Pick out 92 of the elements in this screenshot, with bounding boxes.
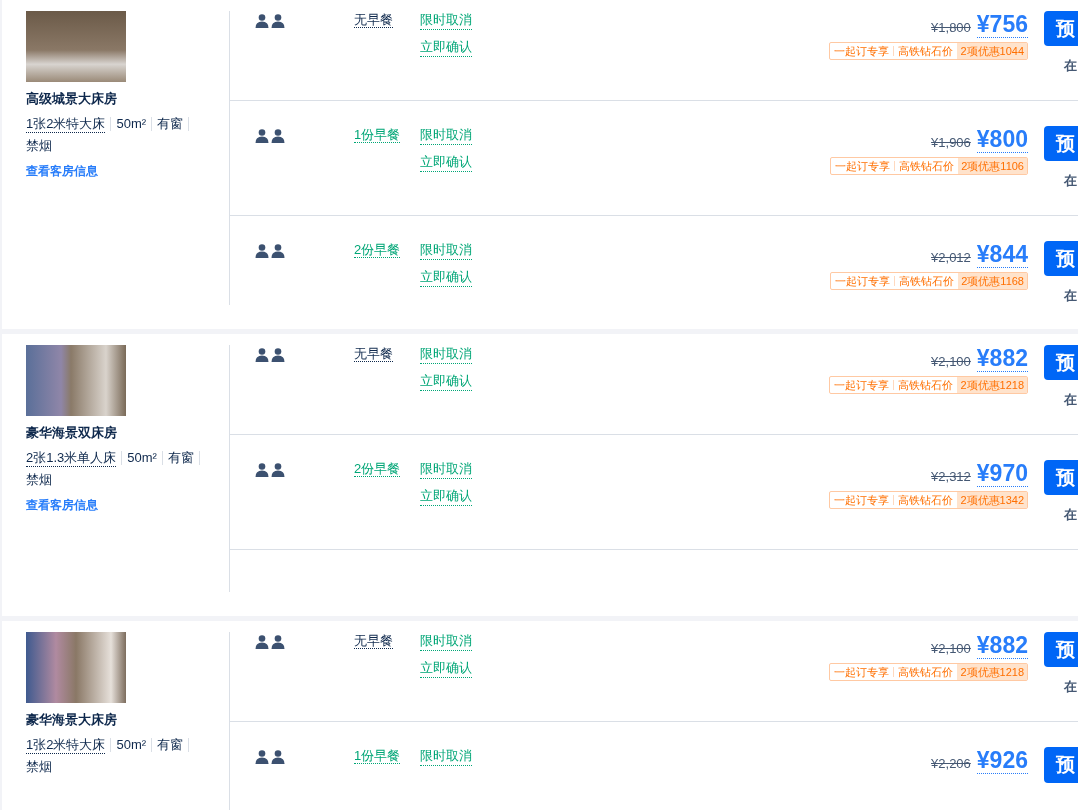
note-text: 在 xyxy=(1064,287,1078,305)
policy-label[interactable]: 限时取消 xyxy=(420,747,472,766)
room-feature: 禁烟 xyxy=(26,137,52,155)
promo-tag: 高铁钻石价 xyxy=(895,158,959,174)
original-price: ¥2,100 xyxy=(931,354,971,369)
room-name: 高级城景大床房 xyxy=(26,90,118,108)
note-text: 在 xyxy=(1064,506,1078,524)
discount-tag: 2项优惠1044 xyxy=(957,43,1027,59)
meal-plan[interactable]: 无早餐 xyxy=(354,346,393,362)
room-info-link[interactable]: 查看客房信息 xyxy=(26,163,98,180)
room-feature: 有窗 xyxy=(157,115,184,133)
original-price: ¥2,312 xyxy=(931,469,971,484)
original-price: ¥2,206 xyxy=(931,756,971,771)
guests-icon xyxy=(255,129,285,143)
bed-info[interactable]: 2张1.3米单人床 xyxy=(26,449,117,467)
room-name: 豪华海景双床房 xyxy=(26,424,118,442)
guests-icon xyxy=(255,463,285,477)
policy-label[interactable]: 立即确认 xyxy=(420,659,472,678)
book-button[interactable]: 预 xyxy=(1044,345,1078,380)
meal-plan[interactable]: 无早餐 xyxy=(354,12,393,28)
price[interactable]: ¥882 xyxy=(976,345,1028,372)
discount-tag: 2项优惠1106 xyxy=(958,158,1027,174)
discount-tag: 2项优惠1342 xyxy=(957,492,1027,508)
promo-tag: 一起订专享 xyxy=(830,492,894,508)
room-feature: 有窗 xyxy=(167,449,194,467)
room-feature: 有窗 xyxy=(157,736,184,754)
room-feature: 禁烟 xyxy=(26,471,52,489)
bed-info[interactable]: 1张2米特大床 xyxy=(26,115,106,133)
policy-label[interactable]: 立即确认 xyxy=(420,268,472,287)
guests-icon xyxy=(255,14,285,28)
promo-tag: 一起订专享 xyxy=(830,377,894,393)
policy-label[interactable]: 限时取消 xyxy=(420,345,472,364)
guests-icon xyxy=(255,348,285,362)
meal-plan[interactable]: 无早餐 xyxy=(354,633,393,649)
price[interactable]: ¥882 xyxy=(976,632,1028,659)
policy-label[interactable]: 限时取消 xyxy=(420,126,472,145)
policy-label[interactable]: 限时取消 xyxy=(420,241,472,260)
policy-label[interactable]: 立即确认 xyxy=(420,153,472,172)
original-price: ¥1,906 xyxy=(931,135,971,150)
promo-tag: 一起订专享 xyxy=(831,158,895,174)
policy-label[interactable]: 限时取消 xyxy=(420,632,472,651)
note-text: 在 xyxy=(1064,678,1078,696)
price[interactable]: ¥926 xyxy=(976,747,1028,774)
discount-tag: 2项优惠1168 xyxy=(958,273,1027,289)
room-feature: 50m² xyxy=(116,736,147,754)
promo-tag: 高铁钻石价 xyxy=(894,377,958,393)
price[interactable]: ¥844 xyxy=(976,241,1028,268)
photo-placeholder[interactable] xyxy=(26,345,126,416)
promo-tag: 一起订专享 xyxy=(830,664,894,680)
price[interactable]: ¥800 xyxy=(976,126,1028,153)
room-name: 豪华海景大床房 xyxy=(26,711,118,729)
room-feature: 50m² xyxy=(127,449,157,467)
guests-icon xyxy=(255,635,285,649)
room-feature: 禁烟 xyxy=(26,758,52,776)
policy-label[interactable]: 限时取消 xyxy=(420,460,472,479)
note-text: 在 xyxy=(1064,172,1078,190)
photo-placeholder[interactable] xyxy=(26,632,126,703)
meal-plan[interactable]: 2份早餐 xyxy=(354,242,401,258)
price[interactable]: ¥970 xyxy=(976,460,1028,487)
room-info-link[interactable]: 查看客房信息 xyxy=(26,497,98,514)
book-button[interactable]: 预 xyxy=(1044,126,1078,161)
original-price: ¥1,800 xyxy=(931,20,971,35)
book-button[interactable]: 预 xyxy=(1044,241,1078,276)
discount-tag: 2项优惠1218 xyxy=(957,377,1027,393)
promo-tag: 一起订专享 xyxy=(830,43,894,59)
original-price: ¥2,012 xyxy=(931,250,971,265)
policy-label[interactable]: 立即确认 xyxy=(420,38,472,57)
promo-tag: 一起订专享 xyxy=(831,273,895,289)
policy-label[interactable]: 立即确认 xyxy=(420,487,472,506)
photo-placeholder[interactable] xyxy=(26,11,126,82)
guests-icon xyxy=(255,244,285,258)
book-button[interactable]: 预 xyxy=(1044,747,1078,783)
discount-tag: 2项优惠1218 xyxy=(957,664,1027,680)
promo-tag: 高铁钻石价 xyxy=(895,273,959,289)
room-feature: 50m² xyxy=(116,115,147,133)
book-button[interactable]: 预 xyxy=(1044,11,1078,46)
promo-tag: 高铁钻石价 xyxy=(894,43,958,59)
book-button[interactable]: 预 xyxy=(1044,460,1078,495)
policy-label[interactable]: 立即确认 xyxy=(420,372,472,391)
meal-plan[interactable]: 1份早餐 xyxy=(354,748,401,764)
guests-icon xyxy=(255,750,285,764)
original-price: ¥2,100 xyxy=(931,641,971,656)
promo-tag: 高铁钻石价 xyxy=(894,492,958,508)
note-text: 在 xyxy=(1064,57,1078,75)
meal-plan[interactable]: 2份早餐 xyxy=(354,461,401,477)
note-text: 在 xyxy=(1064,391,1078,409)
policy-label[interactable]: 限时取消 xyxy=(420,11,472,30)
meal-plan[interactable]: 1份早餐 xyxy=(354,127,401,143)
promo-tag: 高铁钻石价 xyxy=(894,664,958,680)
bed-info[interactable]: 1张2米特大床 xyxy=(26,736,106,754)
price[interactable]: ¥756 xyxy=(976,11,1028,38)
book-button[interactable]: 预 xyxy=(1044,632,1078,667)
